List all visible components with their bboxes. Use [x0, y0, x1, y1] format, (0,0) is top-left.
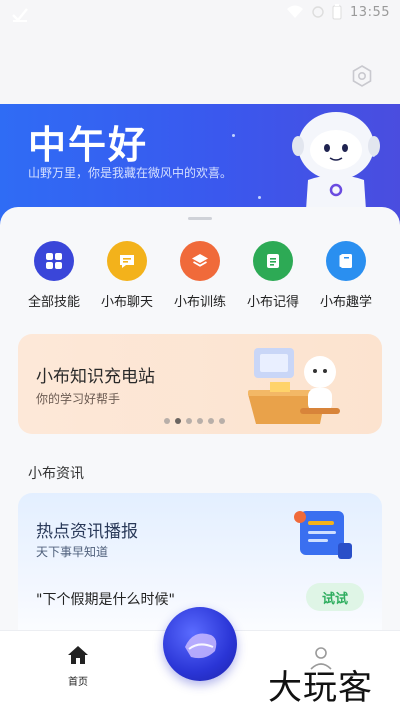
banner-subtitle: 你的学习好帮手: [36, 392, 121, 406]
carousel-dot[interactable]: [219, 418, 225, 424]
skill-chat[interactable]: 小布聊天: [87, 241, 167, 310]
skills-row: 全部技能 小布聊天 小布训练 小布记得 小布趣学: [0, 241, 400, 311]
sparkle: [232, 134, 235, 137]
nav-home[interactable]: 首页: [58, 645, 98, 688]
carousel-dot[interactable]: [208, 418, 214, 424]
status-bar: 13:55: [0, 0, 400, 28]
carousel-dots: [164, 418, 225, 424]
skill-label: 小布训练: [173, 295, 226, 310]
grid-icon: [34, 241, 74, 281]
skill-label: 小布记得: [246, 295, 299, 310]
carousel-dot[interactable]: [186, 418, 192, 424]
greeting-subtitle: 山野万里，你是我藏在微风中的欢喜。: [28, 166, 233, 180]
robot-mascot[interactable]: [286, 104, 386, 210]
wifi-icon: [287, 5, 304, 18]
book-icon: [326, 241, 366, 281]
home-sheet: 全部技能 小布聊天 小布训练 小布记得 小布趣学 小布知识充电站 你的学习好帮手…: [0, 207, 400, 653]
top-bar: [0, 28, 400, 106]
drag-handle[interactable]: [188, 217, 212, 220]
skill-label: 全部技能: [27, 295, 80, 310]
nav-home-label: 首页: [68, 677, 88, 688]
carousel-dot[interactable]: [164, 418, 170, 424]
watermark-logo: 大玩客: [268, 668, 373, 708]
chat-icon: [107, 241, 147, 281]
suggested-query: "下个假期是什么时候": [36, 592, 175, 608]
home-icon: [68, 646, 88, 664]
study-desk-illustration: [248, 348, 340, 424]
notes-icon: [253, 241, 293, 281]
skill-label: 小布趣学: [319, 295, 372, 310]
skill-learning[interactable]: 小布趣学: [306, 241, 386, 310]
status-time: 13:55: [350, 4, 390, 20]
news-title: 热点资讯播报: [36, 522, 138, 542]
try-button[interactable]: 试试: [306, 583, 364, 611]
news-subtitle: 天下事早知道: [36, 545, 109, 559]
layers-icon: [180, 241, 220, 281]
carousel-dot[interactable]: [175, 418, 181, 424]
skill-all[interactable]: 全部技能: [14, 241, 94, 310]
sparkle: [258, 196, 261, 199]
skill-label: 小布聊天: [100, 295, 153, 310]
checkmark-icon: [12, 8, 28, 22]
banner-title: 小布知识充电站: [36, 367, 155, 387]
signal-icon: [312, 6, 324, 18]
skill-memory[interactable]: 小布记得: [233, 241, 313, 310]
knowledge-banner[interactable]: 小布知识充电站 你的学习好帮手: [18, 334, 382, 434]
news-scroll-icon: [294, 511, 352, 559]
assistant-orb-icon: [185, 633, 217, 659]
settings-icon[interactable]: [350, 64, 374, 88]
greeting-title: 中午好: [28, 123, 149, 167]
news-section-title: 小布资讯: [28, 466, 84, 482]
carousel-dot[interactable]: [197, 418, 203, 424]
skill-training[interactable]: 小布训练: [160, 241, 240, 310]
battery-icon: [332, 4, 342, 20]
voice-assistant-button[interactable]: [163, 607, 237, 681]
status-indicators: 13:55: [286, 4, 390, 20]
